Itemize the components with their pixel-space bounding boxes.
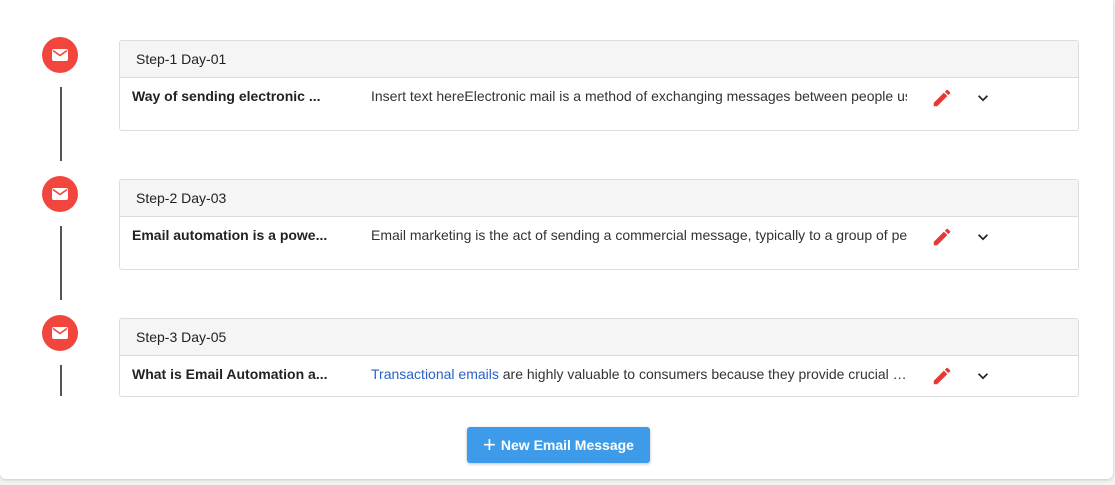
- preview-text: Insert text hereElectronic mail is a met…: [371, 88, 907, 104]
- email-preview: Transactional emails are highly valuable…: [371, 366, 907, 382]
- new-email-message-button[interactable]: + New Email Message: [467, 427, 650, 463]
- step-row: Way of sending electronic ... Insert tex…: [120, 78, 1078, 130]
- preview-text: Email marketing is the act of sending a …: [371, 227, 907, 243]
- email-icon: [42, 37, 78, 73]
- email-icon: [42, 176, 78, 212]
- email-subject: What is Email Automation a...: [132, 366, 328, 382]
- email-subject: Way of sending electronic ...: [132, 88, 321, 104]
- edit-icon[interactable]: [931, 365, 953, 387]
- step-card-2: Step-2 Day-03 Email automation is a powe…: [119, 179, 1079, 270]
- step-header: Step-2 Day-03: [120, 180, 1078, 217]
- edit-icon[interactable]: [931, 226, 953, 248]
- chevron-down-icon[interactable]: [973, 366, 993, 386]
- edit-icon[interactable]: [931, 87, 953, 109]
- step-card-1: Step-1 Day-01 Way of sending electronic …: [119, 40, 1079, 131]
- timeline-connector: [60, 87, 62, 161]
- new-email-message-label: New Email Message: [500, 437, 634, 453]
- preview-link[interactable]: Transactional emails: [371, 366, 499, 382]
- step-row: What is Email Automation a... Transactio…: [120, 356, 1078, 396]
- email-icon: [42, 315, 78, 351]
- email-preview: Insert text hereElectronic mail is a met…: [371, 88, 907, 104]
- chevron-down-icon[interactable]: [973, 227, 993, 247]
- plus-icon: +: [483, 432, 496, 457]
- step-card-3: Step-3 Day-05 What is Email Automation a…: [119, 318, 1079, 397]
- preview-text: are highly valuable to consumers because…: [502, 366, 907, 382]
- step-row: Email automation is a powe... Email mark…: [120, 217, 1078, 269]
- chevron-down-icon[interactable]: [973, 88, 993, 108]
- step-header: Step-1 Day-01: [120, 41, 1078, 78]
- timeline-connector: [60, 365, 62, 396]
- step-header: Step-3 Day-05: [120, 319, 1078, 356]
- timeline-connector: [60, 226, 62, 300]
- sequence-panel: Step-1 Day-01 Way of sending electronic …: [0, 0, 1113, 479]
- email-preview: Email marketing is the act of sending a …: [371, 227, 907, 243]
- email-subject: Email automation is a powe...: [132, 227, 328, 243]
